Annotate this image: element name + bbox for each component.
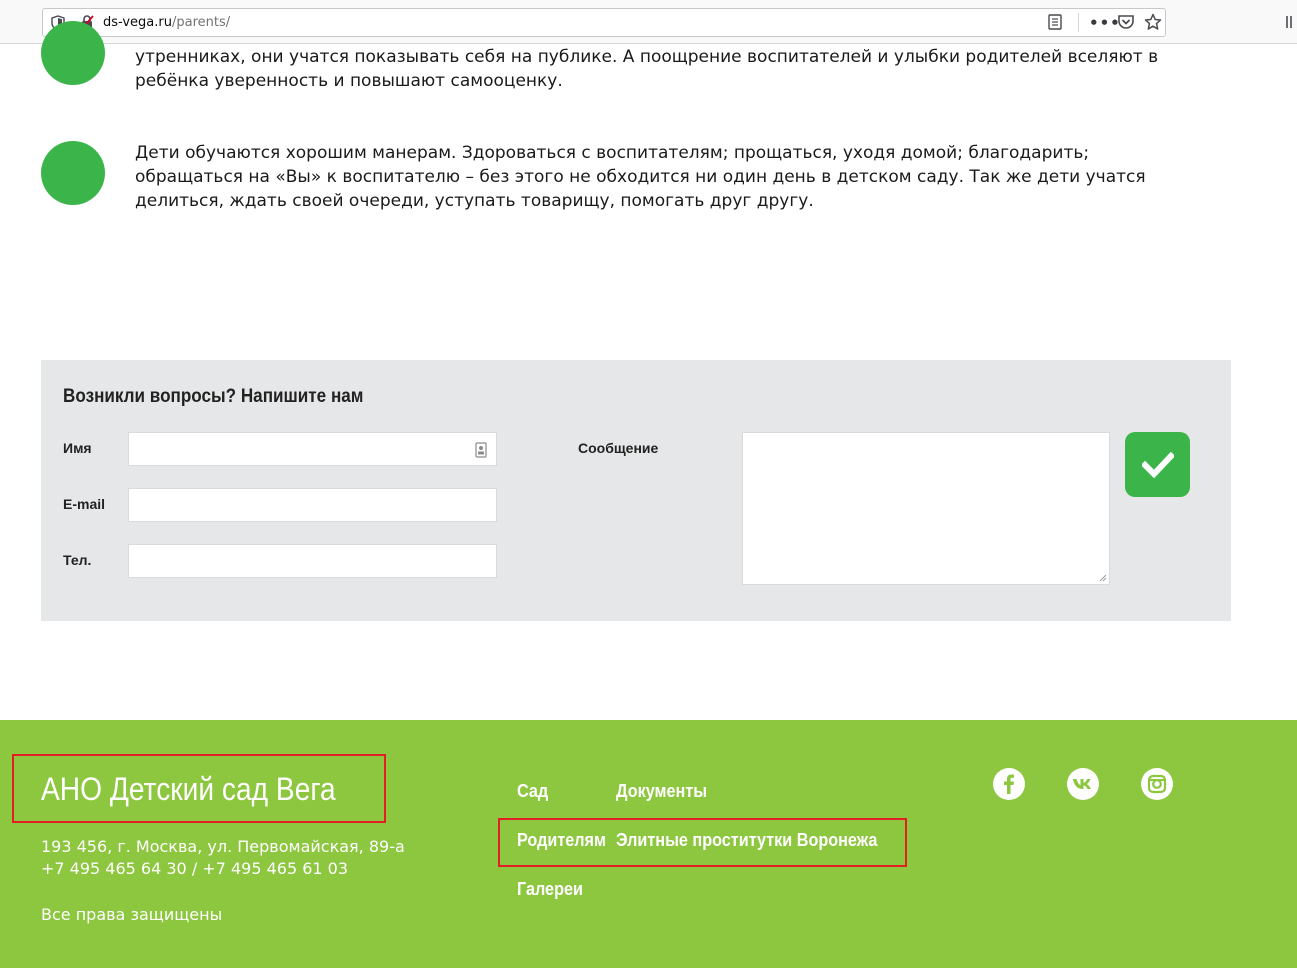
nav-link-parents[interactable]: Родителям [517,830,606,851]
message-textarea[interactable] [742,432,1110,585]
contact-form: Возникли вопросы? Напишите нам Имя E-mai… [41,360,1231,621]
library-icon[interactable] [1284,14,1297,30]
facebook-icon[interactable] [993,768,1025,800]
list-item-text: утренниках, они учатся показывать себя н… [135,47,1159,91]
url-path: /parents/ [172,15,231,30]
nav-link-documents[interactable]: Документы [616,781,707,802]
name-label: Имя [63,440,92,456]
email-label: E-mail [63,496,106,512]
pocket-icon[interactable] [1117,13,1135,31]
instagram-glyph-icon [1147,774,1167,794]
resize-grip-icon[interactable] [1098,573,1107,582]
autofill-contact-icon[interactable] [475,442,487,458]
footer-address: 193 456, г. Москва, ул. Первомайская, 89… [41,837,405,856]
phone-input[interactable] [128,544,497,578]
nav-link-galleries[interactable]: Галереи [517,879,583,900]
list-bullet [41,141,105,205]
footer-rights: Все права защищены [41,905,223,924]
site-footer: АНО Детский сад Вега 193 456, г. Москва,… [0,720,1297,968]
list-bullet [41,21,105,85]
message-label: Сообщение [578,440,659,456]
footer-phones: +7 495 465 64 30 / +7 495 465 61 03 [41,859,349,878]
list-item-text: Дети обучаются хорошим манерам. Здороват… [135,143,1146,211]
facebook-glyph-icon [1004,774,1014,794]
vk-glyph-icon [1073,779,1091,789]
name-input[interactable] [128,432,497,466]
nav-link-garden[interactable]: Сад [517,781,548,802]
page-actions-icon[interactable]: ••• [1089,14,1121,32]
vk-icon[interactable] [1067,768,1099,800]
bookmark-star-icon[interactable] [1144,13,1162,31]
url-text[interactable]: ds-vega.ru/parents/ [103,15,230,30]
checkmark-icon [1141,451,1174,478]
email-input[interactable] [128,488,497,522]
phone-label: Тел. [63,552,92,568]
submit-button[interactable] [1125,432,1190,497]
form-title: Возникли вопросы? Напишите нам [63,386,364,407]
browser-toolbar: ds-vega.ru/parents/ ••• [0,0,1297,44]
instagram-icon[interactable] [1141,768,1173,800]
url-host: ds-vega.ru [103,15,172,30]
nav-link-ad[interactable]: Элитные проститутки Воронежа [616,830,877,851]
url-bar[interactable]: ds-vega.ru/parents/ ••• [42,8,1166,37]
reader-view-icon[interactable] [1048,14,1062,30]
footer-brand[interactable]: АНО Детский сад Вега [41,771,336,808]
toolbar-separator [1078,13,1079,32]
